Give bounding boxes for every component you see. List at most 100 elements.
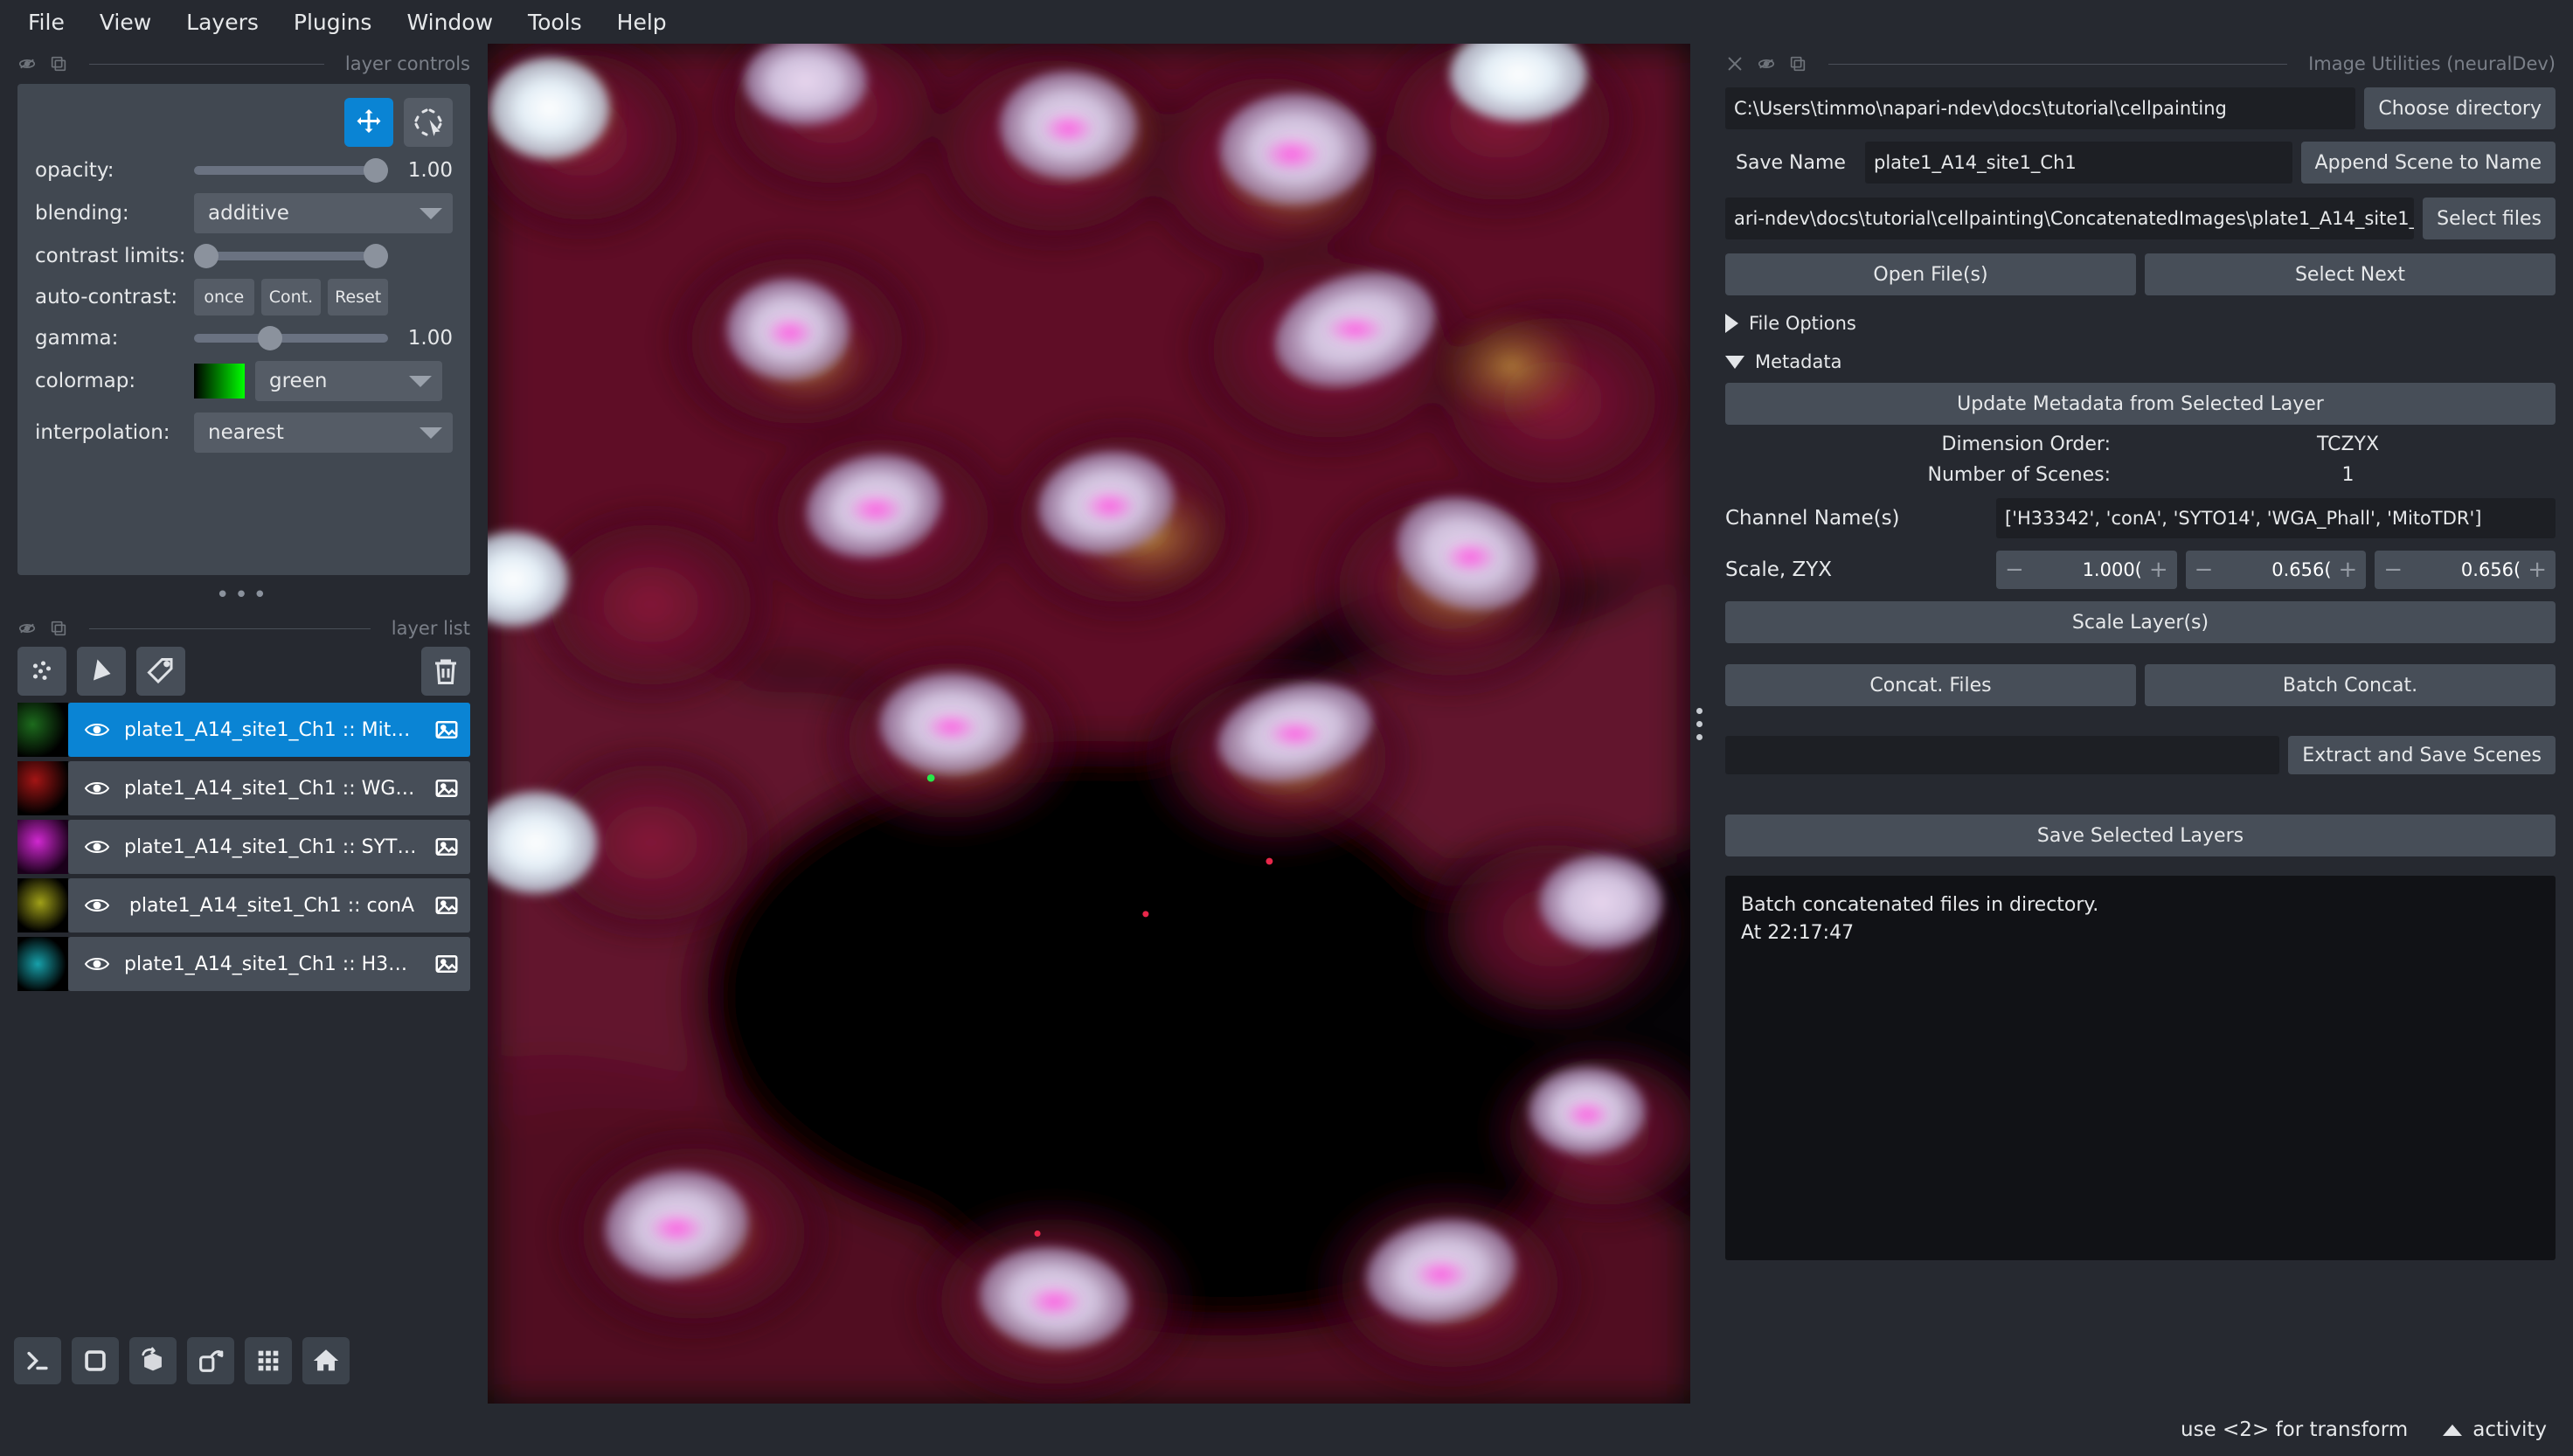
blending-label: blending:: [35, 202, 129, 225]
metadata-collapsible[interactable]: Metadata: [1725, 351, 2556, 372]
extract-and-save-scenes-button[interactable]: Extract and Save Scenes: [2288, 736, 2556, 774]
opacity-value: 1.00: [407, 159, 453, 182]
save-name-input[interactable]: plate1_A14_site1_Ch1: [1865, 142, 2292, 184]
layer-list-header: layer list: [0, 610, 488, 647]
new-labels-layer-button[interactable]: [136, 647, 185, 696]
concat-files-button[interactable]: Concat. Files: [1725, 664, 2136, 706]
layer-row[interactable]: plate1_A14_site1_Ch1 :: conA: [17, 878, 470, 933]
layer-name: plate1_A14_site1_Ch1 :: SYTO...: [124, 835, 420, 858]
left-dock: layer controls opacity: 1.00 blending: a…: [0, 44, 488, 1404]
scale-z-stepper[interactable]: − 1.000( +: [1996, 551, 2177, 589]
transform-mode-button[interactable]: [404, 98, 453, 147]
new-points-layer-button[interactable]: [17, 647, 66, 696]
directory-input[interactable]: C:\Users\timmo\napari-ndev\docs\tutorial…: [1725, 87, 2356, 129]
image-canvas[interactable]: [488, 44, 1690, 1404]
undock-icon[interactable]: [49, 619, 68, 638]
scale-layers-button[interactable]: Scale Layer(s): [1725, 601, 2556, 643]
contrast-limits-slider[interactable]: [194, 244, 388, 268]
delete-layer-button[interactable]: [421, 647, 470, 696]
chevron-up-icon: [2443, 1424, 2463, 1436]
float-dock-icon[interactable]: [1757, 54, 1776, 73]
roll-dimensions-button[interactable]: [187, 1337, 234, 1384]
menu-tools[interactable]: Tools: [512, 8, 598, 37]
layer-controls-grid: opacity: 1.00 blending: additive contras…: [35, 158, 453, 453]
menu-window[interactable]: Window: [391, 8, 509, 37]
dock-resize-handle[interactable]: •••: [0, 575, 488, 610]
decrement-icon[interactable]: −: [2005, 558, 2024, 581]
append-scene-to-name-button[interactable]: Append Scene to Name: [2300, 142, 2556, 184]
choose-directory-button[interactable]: Choose directory: [2364, 87, 2556, 129]
menu-help[interactable]: Help: [601, 8, 683, 37]
float-dock-icon[interactable]: [17, 54, 37, 73]
dimension-order-label: Dimension Order:: [1941, 433, 2111, 455]
viewer-button-bar: [14, 1337, 350, 1384]
float-dock-icon[interactable]: [17, 619, 37, 638]
transpose-dimensions-button[interactable]: [245, 1337, 292, 1384]
open-files-button[interactable]: Open File(s): [1725, 253, 2136, 295]
home-button[interactable]: [302, 1337, 350, 1384]
visibility-icon[interactable]: [84, 720, 110, 739]
number-of-scenes-label: Number of Scenes:: [1927, 464, 2111, 486]
menu-layers[interactable]: Layers: [170, 8, 274, 37]
undock-icon[interactable]: [1788, 54, 1807, 73]
channel-names-input[interactable]: ['H33342', 'conA', 'SYTO14', 'WGA_Phall'…: [1996, 498, 2556, 538]
menu-view[interactable]: View: [84, 8, 167, 37]
decrement-icon[interactable]: −: [2195, 558, 2214, 581]
chevron-right-icon: [1725, 314, 1738, 333]
scenes-input[interactable]: [1725, 736, 2280, 774]
files-input[interactable]: ari-ndev\docs\tutorial\cellpainting\Conc…: [1725, 198, 2415, 239]
console-button[interactable]: [14, 1337, 61, 1384]
visibility-icon[interactable]: [84, 837, 110, 856]
save-selected-layers-button[interactable]: Save Selected Layers: [1725, 815, 2556, 856]
chevron-down-icon: [420, 426, 442, 439]
colormap-label: colormap:: [35, 370, 136, 392]
opacity-slider[interactable]: [194, 158, 388, 183]
auto-contrast-once-button[interactable]: once: [194, 279, 254, 315]
blending-select[interactable]: additive: [194, 193, 453, 233]
auto-contrast-cont-button[interactable]: Cont.: [260, 279, 322, 315]
increment-icon[interactable]: +: [2149, 558, 2168, 581]
splitter-grip-icon: [1696, 707, 1703, 740]
auto-contrast-reset-button[interactable]: Reset: [328, 279, 389, 315]
visibility-icon[interactable]: [84, 896, 110, 915]
select-files-button[interactable]: Select files: [2423, 198, 2556, 239]
scale-y-stepper[interactable]: − 0.656( +: [2185, 551, 2367, 589]
layer-name: plate1_A14_site1_Ch1 :: Mito...: [124, 718, 420, 741]
new-shapes-layer-button[interactable]: [77, 647, 126, 696]
chevron-down-icon: [1725, 355, 1744, 369]
batch-concat-button[interactable]: Batch Concat.: [2145, 664, 2556, 706]
activity-toggle[interactable]: activity: [2443, 1418, 2547, 1441]
colormap-select[interactable]: green: [255, 361, 442, 401]
cell-painting-image: [488, 44, 1690, 1404]
scale-x-stepper[interactable]: − 0.656( +: [2375, 551, 2556, 589]
layer-list: plate1_A14_site1_Ch1 :: Mito... plate1_A…: [0, 703, 488, 991]
layer-row[interactable]: plate1_A14_site1_Ch1 :: H333...: [17, 937, 470, 991]
image-utilities-title: Image Utilities (neuralDev): [2308, 53, 2556, 74]
decrement-icon[interactable]: −: [2383, 558, 2403, 581]
interpolation-select[interactable]: nearest: [194, 413, 453, 453]
undock-icon[interactable]: [49, 54, 68, 73]
pan-zoom-mode-button[interactable]: [344, 98, 393, 147]
layer-row[interactable]: plate1_A14_site1_Ch1 :: Mito...: [17, 703, 470, 757]
console-line: At 22:17:47: [1741, 921, 1855, 944]
menu-bar: File View Layers Plugins Window Tools He…: [0, 0, 2573, 44]
increment-icon[interactable]: +: [2339, 558, 2358, 581]
image-layer-icon: [433, 775, 460, 801]
update-metadata-button[interactable]: Update Metadata from Selected Layer: [1725, 383, 2556, 425]
layer-row[interactable]: plate1_A14_site1_Ch1 :: WGA...: [17, 761, 470, 815]
menu-file[interactable]: File: [12, 8, 80, 37]
select-next-button[interactable]: Select Next: [2145, 253, 2556, 295]
ndisplay-3d-button[interactable]: [129, 1337, 177, 1384]
ndisplay-2d-button[interactable]: [72, 1337, 119, 1384]
menu-plugins[interactable]: Plugins: [278, 8, 388, 37]
close-icon[interactable]: [1725, 54, 1744, 73]
visibility-icon[interactable]: [84, 954, 110, 974]
canvas-right-splitter[interactable]: [1690, 44, 1708, 1404]
layer-row[interactable]: plate1_A14_site1_Ch1 :: SYTO...: [17, 820, 470, 874]
visibility-icon[interactable]: [84, 779, 110, 798]
file-options-collapsible[interactable]: File Options: [1725, 313, 2556, 334]
layer-thumbnail: [17, 820, 68, 874]
layer-thumbnail: [17, 878, 68, 933]
gamma-slider[interactable]: [194, 326, 388, 350]
increment-icon[interactable]: +: [2528, 558, 2547, 581]
